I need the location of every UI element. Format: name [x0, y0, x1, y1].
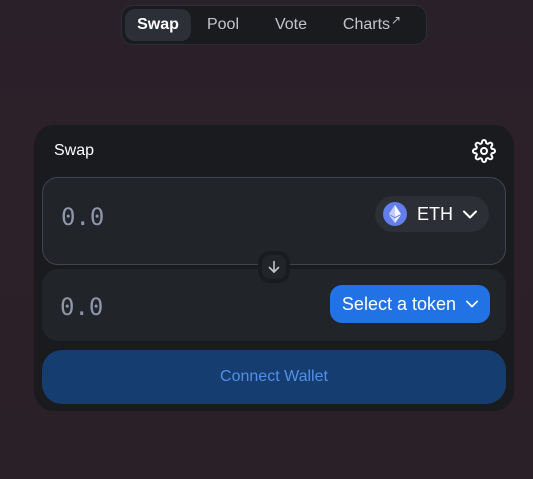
output-amount-field[interactable]	[60, 293, 280, 321]
token-select-eth-button[interactable]: ETH	[375, 196, 489, 232]
switch-direction-button[interactable]	[258, 251, 290, 283]
connect-wallet-label: Connect Wallet	[220, 368, 328, 385]
nav-swap[interactable]: Swap	[125, 9, 191, 41]
external-link-icon: ↗	[391, 13, 402, 27]
arrow-down-icon	[268, 260, 280, 273]
nav-swap-label: Swap	[137, 16, 179, 33]
nav-charts[interactable]: Charts ↗	[327, 9, 417, 41]
nav-pool[interactable]: Pool	[191, 9, 255, 41]
swap-card-title: Swap	[54, 142, 95, 159]
swap-card: Swap ETH	[34, 125, 514, 411]
nav-charts-label: Charts	[342, 16, 391, 33]
token-symbol: ETH	[417, 203, 453, 224]
select-token-label: Select a token	[341, 293, 456, 314]
top-nav: Swap Pool Vote Charts ↗	[121, 5, 427, 45]
settings-button[interactable]	[472, 139, 496, 163]
nav-vote[interactable]: Vote	[255, 9, 327, 41]
connect-wallet-button[interactable]: Connect Wallet	[42, 350, 506, 404]
ethereum-logo-icon	[383, 202, 407, 226]
nav-pool-label: Pool	[206, 16, 240, 33]
select-token-button[interactable]: Select a token	[329, 285, 490, 323]
chevron-down-icon	[463, 210, 477, 218]
chevron-down-icon	[466, 300, 478, 308]
nav-vote-label: Vote	[274, 16, 308, 33]
input-amount-field[interactable]	[61, 203, 281, 231]
gear-icon	[472, 139, 496, 163]
